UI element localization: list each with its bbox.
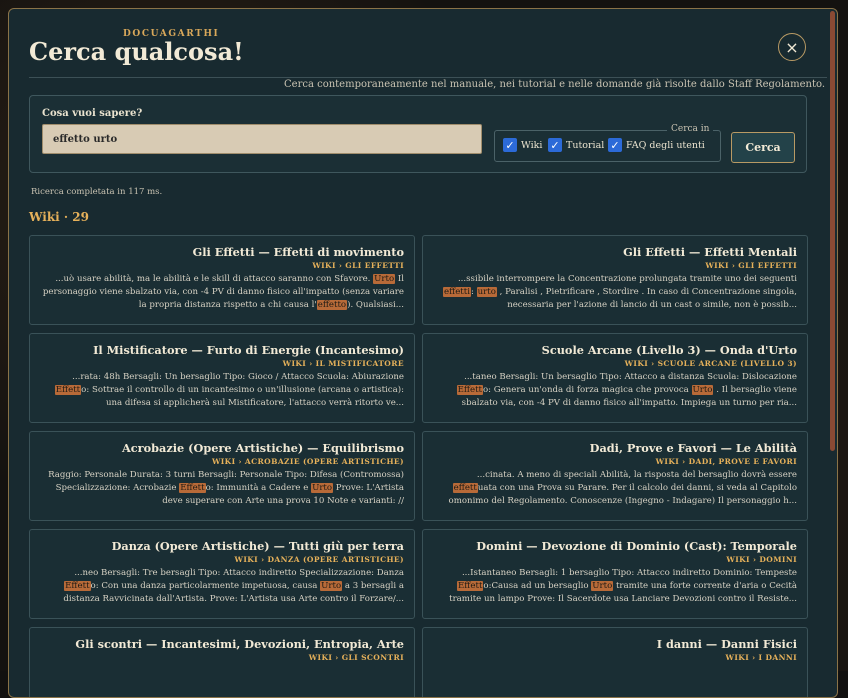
snippet-text: o: Immunità a Cadere e [205,483,312,493]
source-checkbox-faq[interactable]: ✓ FAQ degli utenti [608,138,705,152]
snippet-text: o: Sottrae il controllo di un incantesim… [81,385,404,408]
result-breadcrumb: WIKI › GLI EFFETTI [705,261,797,270]
result-card[interactable]: Danza (Opere Artistiche) — Tutti giù per… [29,529,415,619]
search-button[interactable]: Cerca [731,132,795,163]
snippet-text: ...ssibile interrompere la Concentrazion… [457,274,797,284]
result-snippet: ...taneo Bersagli: Un bersaglio Tipo: At… [433,371,797,410]
page-title: Cerca qualcosa! [29,37,244,66]
search-highlight: effett [452,483,478,493]
search-highlight: Effett [457,581,484,591]
result-breadcrumb: WIKI › I DANNI [725,653,797,662]
result-card[interactable]: Scuole Arcane (Livello 3) — Onda d'Urto W… [422,333,808,423]
snippet-text: : [470,287,477,297]
snippet-text: ...Istantaneo Bersagli: 1 bersaglio Tipo… [461,568,797,578]
status-text: Ricerca completata in 117 ms. [31,187,163,197]
search-modal: DOCUAGARTHI Cerca qualcosa! × Cerca cont… [8,8,838,698]
search-highlight: Effett [456,385,483,395]
result-breadcrumb: WIKI › ACROBAZIE (OPERE ARTISTICHE) [211,457,404,466]
search-highlight: Urto [591,581,614,591]
result-card[interactable]: Acrobazie (Opere Artistiche) — Equilibri… [29,431,415,521]
header-divider [29,77,827,78]
checkmark-icon: ✓ [548,138,562,152]
search-highlight: Urto [691,385,714,395]
close-button[interactable]: × [778,33,806,61]
source-checkbox-tutorial[interactable]: ✓ Tutorial [548,138,604,152]
snippet-text: ...cinata. A meno di speciali Abilità, l… [476,470,797,480]
result-card[interactable]: I danni — Danni Fisici WIKI › I DANNI [422,627,808,697]
snippet-text: ...uò usare abilità, ma le abilità e le … [55,274,374,284]
snippet-text: o: Con una danza particolarmente impetuo… [90,581,321,591]
result-snippet: ...neo Bersagli: Tre bersagli Tipo: Atta… [40,567,404,606]
search-highlight: Effett [64,581,91,591]
result-snippet: ...rata: 48h Bersagli: Un bersaglio Tipo… [40,371,404,410]
snippet-text: uata con una Prova su Parare. Per il cal… [448,483,797,506]
snippet-text: o: Genera un'onda di forza magica che pr… [483,385,692,395]
result-title[interactable]: Domini — Devozione di Dominio (Cast): Te… [433,539,797,553]
scrollbar[interactable] [830,11,835,451]
section-title-wiki: Wiki · 29 [29,210,89,224]
result-title[interactable]: Scuole Arcane (Livello 3) — Onda d'Urto [433,343,797,357]
sources-fieldset: Cerca in ✓ Wiki ✓ Tutorial ✓ FAQ degli u… [494,124,721,162]
result-snippet [40,665,404,697]
search-highlight: Urto [373,274,396,284]
search-highlight: effetto [316,300,348,310]
result-card[interactable]: Domini — Devozione di Dominio (Cast): Te… [422,529,808,619]
search-input[interactable] [42,124,482,154]
result-breadcrumb: WIKI › DOMINI [726,555,797,564]
snippet-text: , Paralisi , Pietrificare , Stordire . I… [496,287,797,310]
snippet-text: o:Causa ad un bersaglio [483,581,592,591]
checkmark-icon: ✓ [503,138,517,152]
search-panel: Cosa vuoi sapere? Cerca in ✓ Wiki ✓ Tuto… [29,95,807,173]
result-snippet [433,665,797,697]
snippet-text: ...rata: 48h Bersagli: Un bersaglio Tipo… [72,372,404,382]
result-title[interactable]: Danza (Opere Artistiche) — Tutti giù per… [40,539,404,553]
result-card[interactable]: Gli scontri — Incantesimi, Devozioni, En… [29,627,415,697]
search-highlight: Effett [179,483,206,493]
result-snippet: ...Istantaneo Bersagli: 1 bersaglio Tipo… [433,567,797,606]
result-snippet: ...ssibile interrompere la Concentrazion… [433,273,797,312]
snippet-text: ...taneo Bersagli: Un bersaglio Tipo: At… [464,372,797,382]
result-breadcrumb: WIKI › GLI EFFETTI [312,261,404,270]
result-breadcrumb: WIKI › DANZA (OPERE ARTISTICHE) [234,555,404,564]
subtitle: Cerca contemporaneamente nel manuale, ne… [284,79,825,90]
result-title[interactable]: Acrobazie (Opere Artistiche) — Equilibri… [40,441,404,455]
search-highlight: Urto [311,483,334,493]
result-title[interactable]: Gli Effetti — Effetti di movimento [40,245,404,259]
source-label-faq: FAQ degli utenti [626,139,705,151]
result-snippet: ...uò usare abilità, ma le abilità e le … [40,273,404,312]
snippet-text: ...neo Bersagli: Tre bersagli Tipo: Atta… [74,568,404,578]
result-card[interactable]: Gli Effetti — Effetti Mentali WIKI › GLI … [422,235,808,325]
search-highlight: Effett [54,385,82,395]
result-breadcrumb: WIKI › GLI SCONTRI [308,653,404,662]
source-checkbox-wiki[interactable]: ✓ Wiki [503,138,542,152]
search-highlight: Urto [320,581,343,591]
result-breadcrumb: WIKI › SCUOLE ARCANE (LIVELLO 3) [624,359,797,368]
snippet-text: ). Qualsiasi... [347,300,404,310]
result-breadcrumb: WIKI › IL MISTIFICATORE [282,359,404,368]
result-title[interactable]: Gli Effetti — Effetti Mentali [433,245,797,259]
modal-content: DOCUAGARTHI Cerca qualcosa! × Cerca cont… [9,9,827,697]
result-title[interactable]: Dadi, Prove e Favori — Le Abilità [433,441,797,455]
search-label: Cosa vuoi sapere? [42,108,143,119]
result-snippet: ...cinata. A meno di speciali Abilità, l… [433,469,797,508]
result-card[interactable]: Il Mistificatore — Furto di Energie (Inc… [29,333,415,423]
source-label-wiki: Wiki [521,139,543,151]
result-card[interactable]: Dadi, Prove e Favori — Le Abilità WIKI › … [422,431,808,521]
search-highlight: effetti [443,287,471,297]
result-title[interactable]: Gli scontri — Incantesimi, Devozioni, En… [40,637,404,651]
result-breadcrumb: WIKI › DADI, PROVE E FAVORI [655,457,797,466]
result-snippet: Raggio: Personale Durata: 3 turni Bersag… [40,469,404,508]
result-card[interactable]: Gli Effetti — Effetti di movimento WIKI ›… [29,235,415,325]
result-title[interactable]: I danni — Danni Fisici [433,637,797,651]
checkmark-icon: ✓ [608,138,622,152]
sources-legend: Cerca in [667,124,714,134]
search-highlight: urto [476,287,497,297]
result-title[interactable]: Il Mistificatore — Furto di Energie (Inc… [40,343,404,357]
close-icon: × [785,37,799,57]
source-label-tutorial: Tutorial [566,139,605,151]
